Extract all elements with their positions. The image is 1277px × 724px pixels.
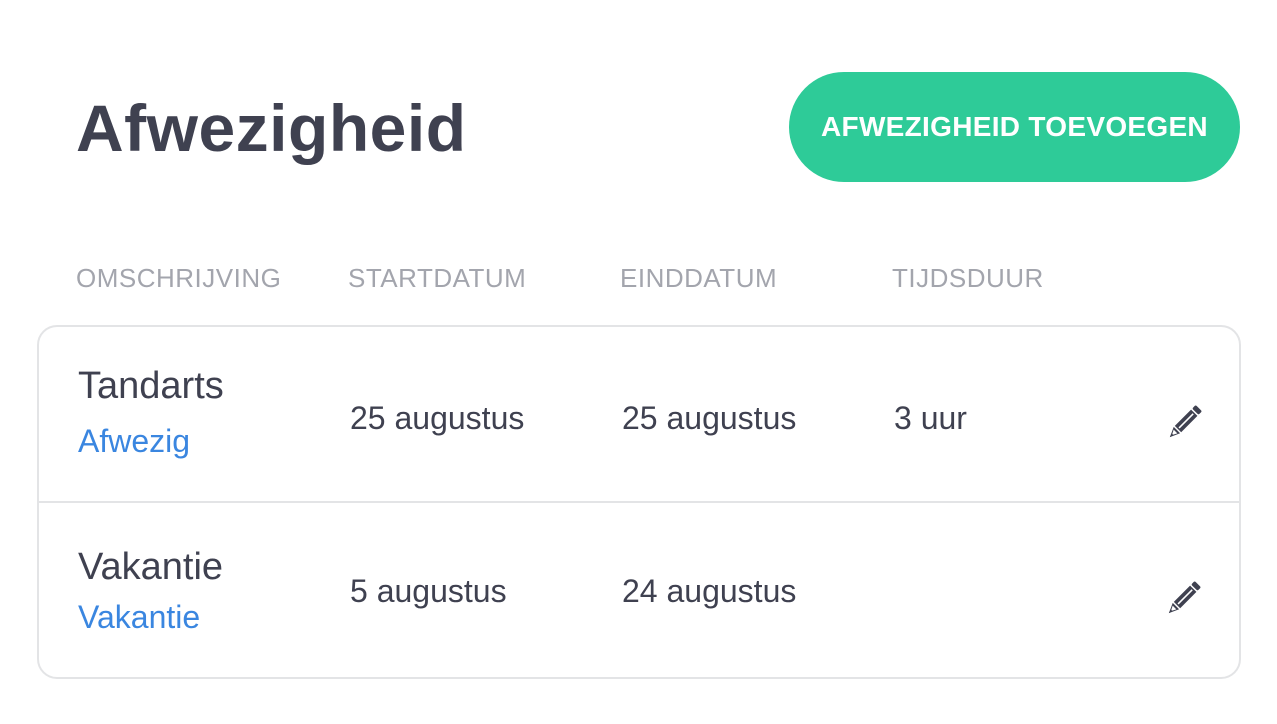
table-row: Tandarts Afwezig 25 augustus 25 augustus…: [39, 327, 1239, 501]
add-absence-button[interactable]: AFWEZIGHEID TOEVOEGEN: [789, 72, 1240, 182]
column-header-description: OMSCHRIJVING: [76, 263, 282, 293]
table-header: OMSCHRIJVING STARTDATUM EINDDATUM TIJDSD…: [0, 258, 1277, 298]
row-duration: 3 uur: [894, 400, 967, 436]
column-header-end-date: EINDDATUM: [620, 263, 778, 293]
page-title: Afwezigheid: [76, 91, 467, 165]
table-row: Vakantie Vakantie 5 augustus 24 augustus: [39, 503, 1239, 677]
row-description: Vakantie: [78, 546, 224, 588]
pencil-icon: [1169, 405, 1202, 438]
edit-row-button[interactable]: [1159, 575, 1207, 623]
row-end-date: 24 augustus: [622, 573, 797, 609]
absence-table: Tandarts Afwezig 25 augustus 25 augustus…: [37, 325, 1241, 679]
edit-row-button[interactable]: [1160, 399, 1208, 447]
row-absence-type-link[interactable]: Vakantie: [78, 597, 200, 637]
row-start-date: 25 augustus: [350, 400, 525, 436]
row-description: Tandarts: [78, 365, 224, 407]
row-absence-type-link[interactable]: Afwezig: [78, 421, 190, 461]
row-start-date: 5 augustus: [350, 573, 507, 609]
column-header-start-date: STARTDATUM: [348, 263, 527, 293]
pencil-icon: [1168, 581, 1201, 614]
row-end-date: 25 augustus: [622, 400, 797, 436]
column-header-duration: TIJDSDUUR: [892, 263, 1044, 293]
